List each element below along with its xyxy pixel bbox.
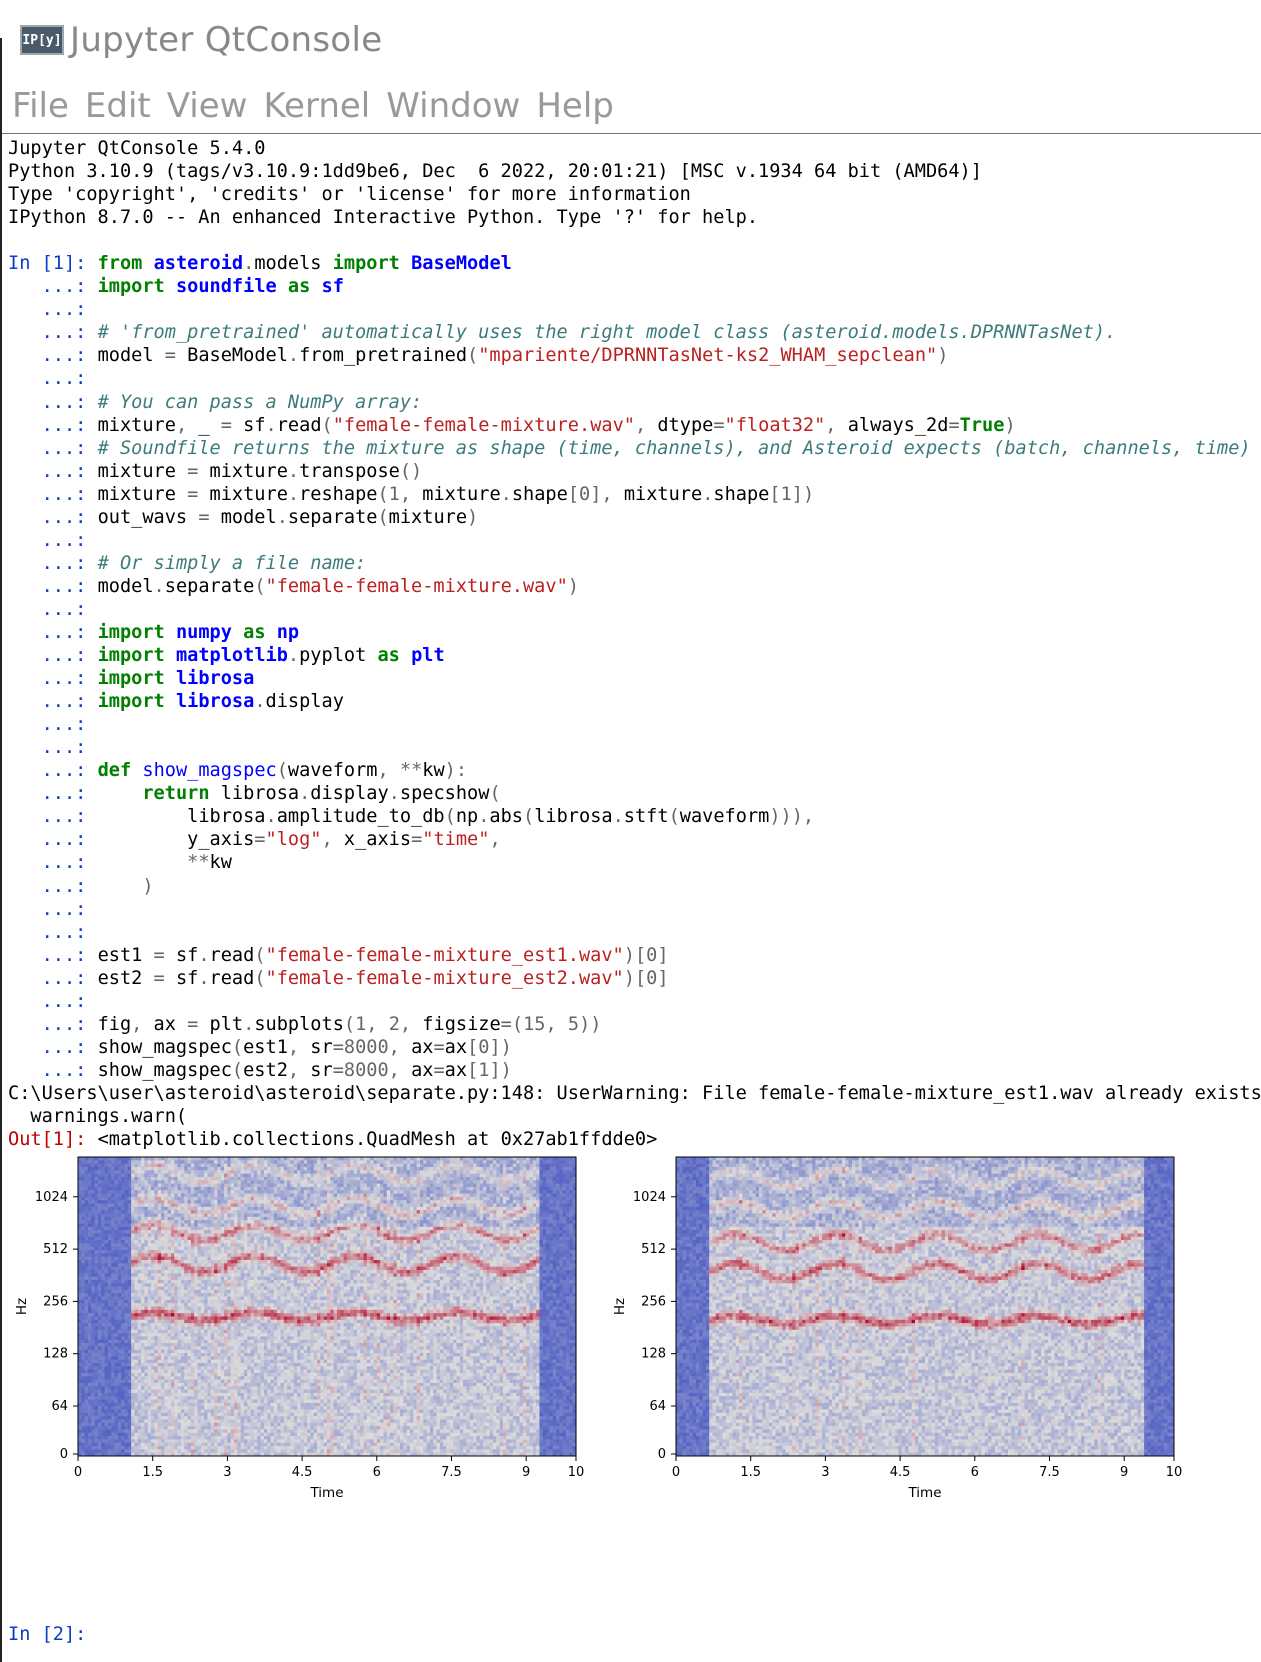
code-line: ...: mixture = mixture.transpose() — [8, 460, 1261, 483]
code-line: ...: — [8, 921, 1261, 944]
code-line: ...: model.separate("female-female-mixtu… — [8, 575, 1261, 598]
banner-line: IPython 8.7.0 -- An enhanced Interactive… — [8, 206, 1261, 229]
banner-line: Python 3.10.9 (tags/v3.10.9:1dd9be6, Dec… — [8, 160, 1261, 183]
y-tick-label: 512 — [641, 1242, 666, 1257]
code-line: ...: # Or simply a file name: — [8, 552, 1261, 575]
code-line: ...: return librosa.display.specshow( — [8, 782, 1261, 805]
x-tick-label: 1.5 — [142, 1465, 163, 1480]
code-line: ...: out_wavs = model.separate(mixture) — [8, 506, 1261, 529]
menu-window[interactable]: Window — [386, 86, 520, 126]
menu-kernel[interactable]: Kernel — [263, 86, 370, 126]
code-line: ...: — [8, 990, 1261, 1013]
y-tick-label: 128 — [43, 1347, 68, 1362]
menu-bar: File Edit View Kernel Window Help — [12, 86, 614, 126]
code-line: ...: — [8, 529, 1261, 552]
x-tick-label: 0 — [74, 1465, 82, 1480]
code-line: ...: — [8, 367, 1261, 390]
code-line: ...: librosa.amplitude_to_db(np.abs(libr… — [8, 805, 1261, 828]
code-line: ...: fig, ax = plt.subplots(1, 2, figsiz… — [8, 1013, 1261, 1036]
code-line: ...: — [8, 713, 1261, 736]
code-line: ...: # You can pass a NumPy array: — [8, 391, 1261, 414]
code-line: ...: y_axis="log", x_axis="time", — [8, 828, 1261, 851]
plot-figure: 01.534.567.591006412825651210242048TimeH… — [0, 1155, 1261, 1595]
x-tick-label: 10 — [568, 1465, 585, 1480]
code-line: ...: est2 = sf.read("female-female-mixtu… — [8, 967, 1261, 990]
spectrogram-1: 01.534.567.591006412825651210242048TimeH… — [14, 1156, 585, 1501]
x-tick-label: 7.5 — [441, 1465, 462, 1480]
window-title: Jupyter QtConsole — [70, 20, 382, 60]
x-tick-label: 1.5 — [740, 1465, 761, 1480]
menu-divider — [2, 133, 1261, 134]
y-tick-label: 64 — [51, 1399, 68, 1414]
ipython-logo-icon: IP[y] — [20, 25, 64, 55]
output-line: Out[1]: <matplotlib.collections.QuadMesh… — [8, 1128, 1261, 1151]
banner-line: Type 'copyright', 'credits' or 'license'… — [8, 183, 1261, 206]
y-tick-label: 512 — [43, 1242, 68, 1257]
code-line: ...: est1 = sf.read("female-female-mixtu… — [8, 944, 1261, 967]
menu-file[interactable]: File — [12, 86, 69, 126]
menu-view[interactable]: View — [167, 86, 248, 126]
x-axis-label: Time — [907, 1485, 941, 1501]
console-output[interactable]: Jupyter QtConsole 5.4.0 Python 3.10.9 (ta… — [8, 137, 1261, 1151]
y-tick-label: 1024 — [35, 1190, 68, 1205]
x-tick-label: 4.5 — [890, 1465, 911, 1480]
y-tick-label: 1024 — [633, 1190, 666, 1205]
code-line: ...: — [8, 736, 1261, 759]
y-tick-label: 0 — [658, 1447, 666, 1462]
menu-help[interactable]: Help — [536, 86, 614, 126]
x-tick-label: 0 — [672, 1465, 680, 1480]
code-line: ...: import numpy as np — [8, 621, 1261, 644]
code-line: ...: import matplotlib.pyplot as plt — [8, 644, 1261, 667]
title-bar: IP[y] Jupyter QtConsole — [20, 14, 382, 66]
code-line: In [1]: from asteroid.models import Base… — [8, 252, 1261, 275]
menu-edit[interactable]: Edit — [85, 86, 151, 126]
x-axis-label: Time — [309, 1485, 343, 1501]
code-line: ...: — [8, 598, 1261, 621]
code-line: ...: def show_magspec(waveform, **kw): — [8, 759, 1261, 782]
x-tick-label: 3 — [223, 1465, 231, 1480]
y-tick-label: 256 — [43, 1294, 68, 1309]
y-axis-label: Hz — [14, 1298, 30, 1315]
code-line: ...: **kw — [8, 851, 1261, 874]
code-line: ...: import soundfile as sf — [8, 275, 1261, 298]
code-line: ...: — [8, 298, 1261, 321]
code-line: ...: import librosa — [8, 667, 1261, 690]
x-tick-label: 6 — [971, 1465, 979, 1480]
x-tick-label: 4.5 — [292, 1465, 313, 1480]
y-tick-label: 64 — [649, 1399, 666, 1414]
x-tick-label: 10 — [1166, 1465, 1183, 1480]
code-line: ...: — [8, 898, 1261, 921]
y-tick-label: 128 — [641, 1347, 666, 1362]
code-line: ...: show_magspec(est1, sr=8000, ax=ax[0… — [8, 1036, 1261, 1059]
input-prompt-2[interactable]: In [2]: — [8, 1624, 86, 1645]
y-tick-label: 256 — [641, 1294, 666, 1309]
stderr-line: warnings.warn( — [8, 1105, 1261, 1128]
in2-prompt-label: In [2]: — [8, 1624, 86, 1645]
x-tick-label: 3 — [821, 1465, 829, 1480]
code-line: ...: mixture = mixture.reshape(1, mixtur… — [8, 483, 1261, 506]
code-line: ...: ) — [8, 875, 1261, 898]
code-line: ...: show_magspec(est2, sr=8000, ax=ax[1… — [8, 1059, 1261, 1082]
code-line: ...: mixture, _ = sf.read("female-female… — [8, 414, 1261, 437]
x-tick-label: 7.5 — [1039, 1465, 1060, 1480]
y-axis-label: Hz — [612, 1298, 628, 1315]
x-tick-label: 9 — [522, 1465, 530, 1480]
code-line: ...: import librosa.display — [8, 690, 1261, 713]
banner-line: Jupyter QtConsole 5.4.0 — [8, 137, 1261, 160]
stderr-line: C:\Users\user\asteroid\asteroid\separate… — [8, 1082, 1261, 1105]
code-line: ...: # Soundfile returns the mixture as … — [8, 437, 1261, 460]
x-tick-label: 9 — [1120, 1465, 1128, 1480]
code-line: ...: model = BaseModel.from_pretrained("… — [8, 344, 1261, 367]
y-tick-label: 0 — [60, 1447, 68, 1462]
x-tick-label: 6 — [373, 1465, 381, 1480]
spectrogram-2: 01.534.567.591006412825651210242048TimeH… — [612, 1156, 1183, 1501]
code-line: ...: # 'from_pretrained' automatically u… — [8, 321, 1261, 344]
